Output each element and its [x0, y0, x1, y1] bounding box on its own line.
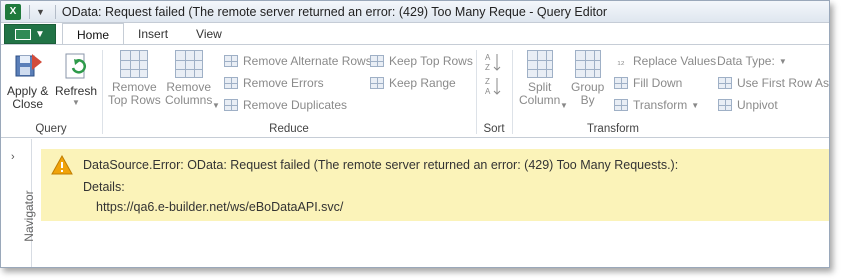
remove-top-rows-label-2: Top Rows	[108, 93, 161, 107]
remove-alternate-rows-icon	[223, 53, 239, 69]
ribbon-home: Apply & Close Refresh ▼ Query Remove Top…	[1, 45, 829, 138]
transform-group-label: Transform	[587, 123, 639, 135]
keep-top-rows-button[interactable]: Keep Top Rows	[369, 51, 473, 71]
transform-dropdown-icon: ▼	[691, 100, 700, 110]
query-group-label: Query	[35, 123, 67, 135]
keep-range-icon	[369, 75, 385, 91]
split-column-dropdown-icon[interactable]: ▼	[560, 101, 568, 110]
window-title: OData: Request failed (The remote server…	[61, 4, 608, 19]
transform-button[interactable]: Transform ▼	[613, 95, 699, 115]
split-column-icon	[526, 50, 553, 78]
refresh-dropdown-icon[interactable]: ▼	[72, 98, 80, 107]
remove-alternate-rows-label: Remove Alternate Rows	[243, 54, 372, 68]
keep-range-button[interactable]: Keep Range	[369, 73, 456, 93]
refresh-label: Refresh	[55, 84, 98, 98]
sort-ascending-icon: A Z	[485, 53, 501, 72]
use-first-row-icon	[717, 75, 733, 91]
apply-close-button[interactable]: Apply & Close	[7, 50, 48, 111]
sort-descending-button[interactable]: Z A	[484, 75, 502, 97]
keep-range-label: Keep Range	[389, 76, 456, 90]
query-editor-window: X ▼ OData: Request failed (The remote se…	[0, 0, 830, 268]
replace-values-icon: ₁₂	[617, 55, 625, 67]
remove-duplicates-label: Remove Duplicates	[243, 98, 348, 112]
remove-columns-icon	[174, 50, 203, 78]
use-first-row-button[interactable]: Use First Row As	[717, 73, 829, 93]
svg-text:Z: Z	[485, 63, 490, 72]
unpivot-button[interactable]: Unpivot	[717, 95, 778, 115]
use-first-row-label: Use First Row As	[737, 76, 830, 90]
apply-close-label-2: Close	[12, 97, 44, 111]
reduce-group: Remove Top Rows Remove Columns ▼ Remove …	[103, 45, 475, 138]
tab-view[interactable]: View	[182, 23, 236, 45]
refresh-button[interactable]: Refresh ▼	[55, 50, 97, 107]
excel-icon[interactable]: X	[5, 3, 21, 20]
split-column-button[interactable]: Split Column	[519, 50, 560, 107]
fill-down-icon	[613, 75, 629, 91]
remove-errors-label: Remove Errors	[243, 76, 324, 90]
replace-values-label: Replace Values	[633, 54, 717, 68]
group-by-button[interactable]: Group By	[571, 50, 604, 107]
file-dropdown-icon: ▼	[35, 28, 45, 40]
remove-columns-label-2: Columns	[165, 93, 213, 107]
error-url: https://qa6.e-builder.net/ws/eBoDataAPI.…	[96, 200, 344, 214]
split-column-label-2: Column	[519, 93, 561, 107]
remove-duplicates-button[interactable]: Remove Duplicates	[223, 95, 347, 115]
error-message: DataSource.Error: OData: Request failed …	[83, 158, 679, 172]
error-details-label: Details:	[83, 180, 125, 194]
navigator-pane[interactable]: › Navigator	[1, 139, 36, 267]
data-type-dropdown-icon: ▼	[778, 56, 787, 66]
apply-close-icon	[15, 54, 42, 77]
error-panel: DataSource.Error: OData: Request failed …	[41, 149, 829, 221]
group-by-icon	[574, 50, 601, 78]
remove-top-rows-icon	[120, 50, 149, 78]
svg-text:A: A	[485, 53, 491, 62]
query-group: Apply & Close Refresh ▼ Query	[1, 45, 101, 138]
fill-down-label: Fill Down	[633, 76, 683, 90]
remove-duplicates-icon	[223, 97, 239, 113]
quick-access-separator	[29, 4, 30, 19]
svg-text:Z: Z	[485, 77, 490, 86]
unpivot-icon	[717, 97, 733, 113]
remove-alternate-rows-button[interactable]: Remove Alternate Rows	[223, 51, 372, 71]
replace-values-button[interactable]: ₁₂ Replace Values	[613, 51, 716, 71]
ribbon-tabs: ▼ Home Insert View	[1, 23, 829, 45]
unpivot-label: Unpivot	[737, 98, 778, 112]
refresh-icon	[65, 53, 87, 79]
tab-insert[interactable]: Insert	[124, 23, 182, 45]
file-menu-button[interactable]: ▼	[4, 24, 56, 44]
sort-group-label: Sort	[483, 123, 505, 135]
transform-label: Transform	[633, 98, 688, 112]
keep-top-rows-icon	[369, 53, 385, 69]
data-type-dropdown[interactable]: Data Type: ▼	[717, 51, 787, 71]
remove-errors-button[interactable]: Remove Errors	[223, 73, 324, 93]
group-by-label-2: By	[580, 93, 595, 107]
title-separator	[54, 4, 56, 19]
file-sheet-icon	[15, 28, 32, 40]
sort-ascending-button[interactable]: A Z	[484, 51, 502, 73]
remove-columns-dropdown-icon[interactable]: ▼	[212, 101, 220, 110]
tab-home[interactable]: Home	[62, 23, 125, 45]
svg-text:A: A	[485, 87, 491, 96]
sort-group: A Z Z A Sort	[477, 45, 511, 138]
transform-icon	[613, 97, 629, 113]
navigator-expand-icon[interactable]: ›	[11, 151, 15, 163]
data-type-label: Data Type:	[717, 54, 775, 68]
warning-icon	[51, 155, 73, 175]
keep-top-rows-label: Keep Top Rows	[389, 54, 473, 68]
sort-descending-icon: Z A	[485, 77, 501, 96]
fill-down-button[interactable]: Fill Down	[613, 73, 682, 93]
remove-top-rows-button[interactable]: Remove Top Rows	[108, 50, 161, 107]
remove-columns-button[interactable]: Remove Columns	[165, 50, 212, 107]
transform-group: Split Column ▼ Group By ₁₂ Replace Value…	[513, 45, 829, 138]
title-bar: X ▼ OData: Request failed (The remote se…	[1, 1, 829, 23]
reduce-group-label: Reduce	[269, 123, 309, 135]
remove-errors-icon	[223, 75, 239, 91]
navigator-label: Navigator	[22, 190, 36, 242]
quick-access-dropdown-icon[interactable]: ▼	[36, 7, 45, 17]
